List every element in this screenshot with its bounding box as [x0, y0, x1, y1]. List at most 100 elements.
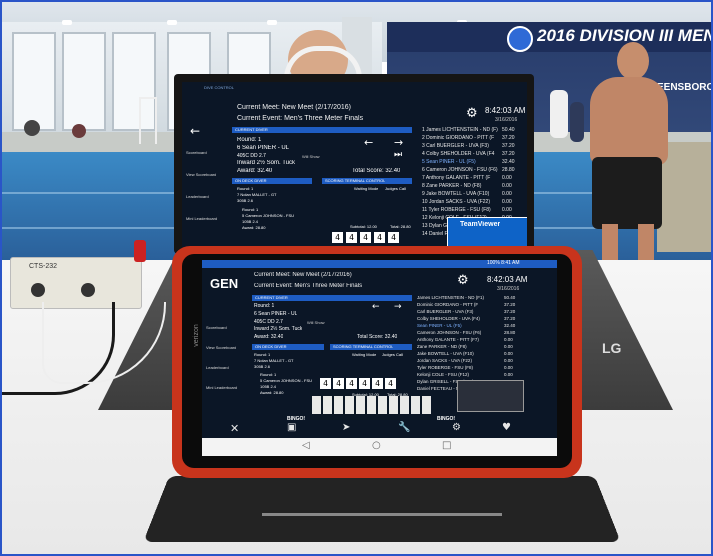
nav-view-scoreboard[interactable]: View Scoreboard [186, 172, 216, 177]
result-row: Colby SHEHOLDER - UVA (F4) [417, 316, 480, 321]
on-deck-diver: 7 Nolan MALLET - GT [237, 192, 277, 197]
tablet-waiting-mode[interactable]: Waiting Mode [352, 352, 376, 357]
teamviewer-label: TeamViewer [460, 221, 501, 228]
result-row: Zane PARKER - ND (F8) [417, 344, 467, 349]
score-key[interactable]: 4 [320, 378, 331, 389]
ceiling-light [267, 20, 277, 25]
status-bar: 100% 8:41 AM [202, 260, 557, 268]
standings-dive: 105B 2.4 [242, 219, 259, 224]
keyboard-keys[interactable] [312, 396, 432, 414]
close-icon[interactable]: ✕ [230, 422, 239, 435]
nav-leaderboard[interactable]: Leaderboard [186, 194, 209, 199]
tablet-current-event: Current Event: Men's Three Meter Finals [254, 283, 363, 289]
standings-round: Round: 1 [242, 207, 259, 212]
tablet-gear-icon[interactable]: ⚙ [457, 273, 469, 288]
result-row: Sean PINER - UL (F5) [417, 323, 462, 328]
ncaa-logo [507, 26, 533, 52]
nav-scoreboard[interactable]: Scoreboard [186, 150, 207, 155]
tablet-on-deck-dive: 305B 2.6 [254, 364, 271, 369]
score-key[interactable]: 4 [346, 232, 357, 243]
gear-icon[interactable]: ⚙ [452, 422, 461, 433]
waiting-mode[interactable]: Waiting Mode [354, 186, 378, 191]
result-row: 11 Tyler ROBERGE - FSU (F8) [422, 207, 491, 213]
score-key[interactable]: 4 [385, 378, 396, 389]
heart-icon[interactable]: ♥ [502, 422, 511, 433]
tablet-prev-arrow-icon[interactable]: ← [372, 302, 380, 312]
result-score: 50.40 [502, 127, 515, 133]
back-arrow-icon[interactable]: ← [190, 124, 200, 138]
tablet-teamviewer-panel[interactable] [457, 380, 524, 412]
recents-icon[interactable]: □ [442, 440, 451, 451]
result-row: James LICHTENSTEIN - ND (F1) [417, 295, 485, 300]
skip-icon[interactable]: ⏭ [394, 150, 402, 160]
laptop-nav: Scoreboard View Scoreboard Leaderboard M… [186, 142, 226, 250]
current-meet: Current Meet: New Meet (2/17/2016) [237, 104, 351, 111]
result-score: 37.20 [504, 309, 516, 314]
tablet-screen: 100% 8:41 AM GEN Current Meet: New Meet … [202, 260, 557, 456]
settings-gear-icon[interactable]: ⚙ [466, 106, 478, 121]
tablet-nav: Scoreboard View Scoreboard Leaderboard M… [206, 305, 246, 415]
athlete-leg [602, 224, 618, 264]
tablet-nav-leaderboard[interactable]: Leaderboard [206, 365, 229, 370]
tablet-current-diver-header: CURRENT DIVER [252, 295, 412, 301]
score-key[interactable]: 4 [333, 378, 344, 389]
score-key[interactable]: 4 [346, 378, 357, 389]
on-deck-dive: 305B 2.6 [237, 198, 254, 203]
next-arrow-icon[interactable]: → [394, 136, 403, 149]
result-score: 0.00 [504, 337, 513, 342]
athlete-leg [638, 224, 654, 264]
tablet-nav-mini-leaderboard[interactable]: Mini Leaderboard [206, 385, 237, 390]
result-row: 8 Zane PARKER - ND (F8) [422, 183, 482, 189]
tablet-next-arrow-icon[interactable]: → [394, 302, 402, 312]
cursor-icon[interactable]: ➤ [342, 422, 350, 433]
result-row: 1 James LICHTENSTEIN - ND (F) [422, 127, 498, 133]
teamviewer-popup[interactable]: TeamViewer [447, 217, 527, 249]
result-score: 0.00 [502, 199, 512, 205]
score-key[interactable]: 4 [332, 232, 343, 243]
judges-call[interactable]: Judges Call [385, 186, 406, 191]
android-nav-bar: ◁ ○ □ [202, 438, 557, 456]
tablet-current-meet: Current Meet: New Meet (2/17/2016) [254, 272, 352, 278]
result-row: 5 Sean PINER - UL (F5) [422, 159, 476, 165]
result-score: 37.20 [504, 302, 516, 307]
score-key[interactable]: 4 [359, 378, 370, 389]
result-row: 4 Colby SHEHOLDER - UVA (F4 [422, 151, 495, 157]
score-key[interactable]: 4 [360, 232, 371, 243]
score-key[interactable]: 4 [374, 232, 385, 243]
home-icon[interactable]: ○ [372, 440, 381, 451]
tablet-standings-dive: 105B 2.4 [260, 384, 277, 389]
tablet-on-deck-diver: 7 Nolan MALLET - GT [254, 358, 294, 363]
tablet-dive-name: Inward 2½ Som. Tuck [254, 326, 303, 332]
tablet-judges-call[interactable]: Judges Call [382, 352, 403, 357]
tablet-nav-scoreboard[interactable]: Scoreboard [206, 325, 227, 330]
nav-mini-leaderboard[interactable]: Mini Leaderboard [186, 216, 217, 221]
scoring-header: SCORING TERMINAL CONTROL [322, 178, 412, 184]
result-row: Jordan SACKS - UVA (F22) [417, 358, 472, 363]
result-row: Cameron JOHNSON - FSU (F6) [417, 330, 482, 335]
keyboard-icon[interactable]: ▣ [287, 422, 296, 433]
window [12, 32, 56, 131]
date: 3/16/2016 [495, 117, 518, 123]
red-plug [134, 240, 146, 262]
round: Round: 1 [237, 137, 262, 143]
result-row: Anthony GALANTE - PITT (F7) [417, 337, 479, 342]
result-row: 9 Jake BOWTELL - UVA (F10) [422, 191, 490, 197]
on-deck-round: Round: 1 [237, 186, 254, 191]
wrench-icon[interactable]: 🔧 [398, 422, 410, 433]
judge-score-keys: 4 4 4 4 4 [332, 232, 432, 244]
tablet-logo: GEN [210, 276, 239, 291]
result-row: 6 Cameron JOHNSON - FSU (F6) [422, 167, 498, 173]
result-score: 0.00 [504, 365, 513, 370]
athlete-shorts [592, 157, 662, 229]
score-key[interactable]: 4 [388, 232, 399, 243]
back-icon[interactable]: ◁ [302, 440, 310, 451]
on-deck-header: ON DECK DIVER [232, 178, 312, 184]
result-score: 37.20 [502, 143, 515, 149]
prev-arrow-icon[interactable]: ← [364, 136, 373, 149]
stylus [262, 513, 502, 516]
result-row: Carl BUERGLER - UVA (F3) [417, 309, 474, 314]
tablet-total-score: Total Score: 32.40 [357, 334, 398, 340]
score-key[interactable]: 4 [372, 378, 383, 389]
result-score: 0.00 [504, 344, 513, 349]
tablet-nav-view-scoreboard[interactable]: View Scoreboard [206, 345, 236, 350]
